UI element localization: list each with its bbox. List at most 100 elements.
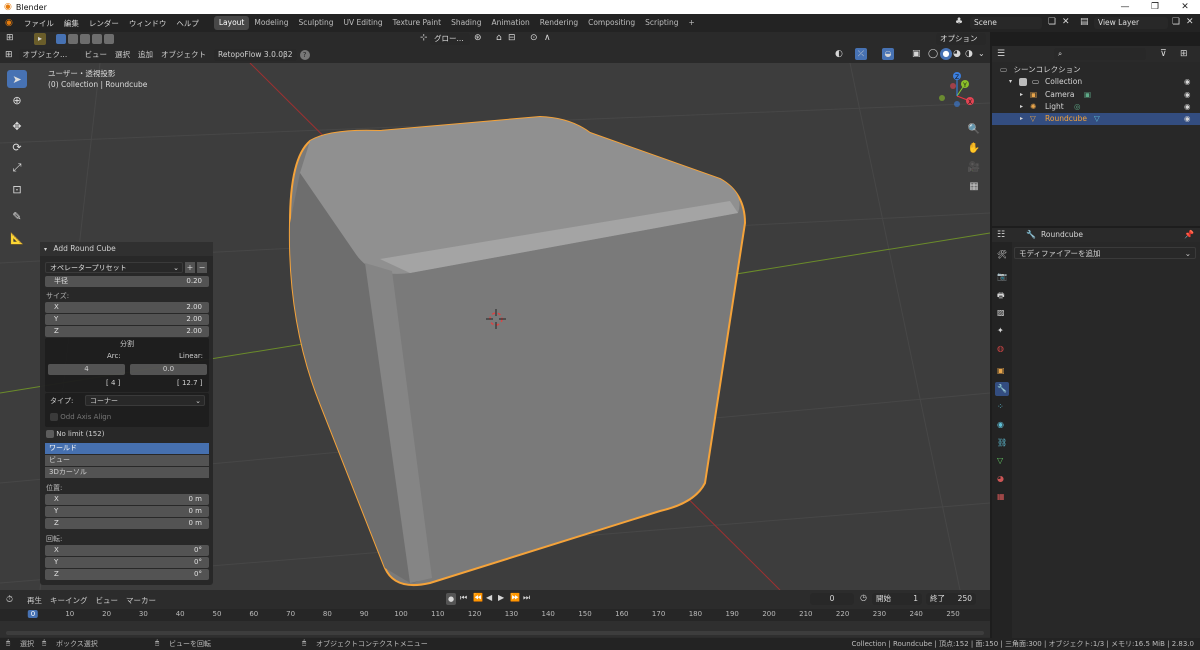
- outliner-editor-icon[interactable]: ☰: [997, 49, 1005, 59]
- navigation-gizmo[interactable]: X Y Z: [939, 72, 974, 107]
- linear-field[interactable]: 0.0: [130, 364, 207, 375]
- outliner-item-roundcube[interactable]: ▸ ▽ Roundcube ▽ ◉: [992, 113, 1200, 125]
- tool-rotate-icon[interactable]: ⟳: [7, 138, 27, 156]
- material-tab-icon[interactable]: ◕: [997, 474, 1004, 483]
- menu-edit[interactable]: 編集: [59, 18, 84, 29]
- prev-keyframe-icon[interactable]: ⏪: [473, 593, 483, 602]
- proportional-edit-icon[interactable]: ⊙: [530, 33, 538, 43]
- preset-add-button[interactable]: +: [185, 262, 195, 273]
- collapse-icon[interactable]: ▾: [44, 246, 47, 253]
- options-dropdown[interactable]: オプション: [936, 33, 986, 45]
- rotation-x-field[interactable]: X 0°: [45, 545, 209, 556]
- select-extend-icon[interactable]: [68, 34, 78, 44]
- tool-select-box[interactable]: ➤: [7, 70, 27, 88]
- view-layer-icon[interactable]: ▤: [1080, 17, 1089, 27]
- pan-icon[interactable]: ✋: [965, 139, 983, 157]
- menu-render[interactable]: レンダー: [84, 18, 124, 29]
- size-z-field[interactable]: Z 2.00: [45, 326, 209, 337]
- preset-remove-button[interactable]: −: [197, 262, 207, 273]
- light-data-icon[interactable]: ◎: [1074, 101, 1081, 113]
- xray-icon[interactable]: ▣: [912, 49, 921, 59]
- texture-tab-icon[interactable]: ▦: [997, 492, 1005, 501]
- outliner-search-field[interactable]: ⌕: [1054, 48, 1146, 60]
- tool-scale-icon[interactable]: ⤢: [7, 159, 27, 177]
- properties-editor-icon[interactable]: ☷: [997, 230, 1005, 240]
- menu-file[interactable]: ファイル: [19, 18, 59, 29]
- snap-target-icon[interactable]: ⊟: [508, 33, 516, 43]
- output-tab-icon[interactable]: 🖶: [997, 290, 1005, 304]
- current-frame-field[interactable]: 0: [810, 593, 854, 605]
- shading-options-icon[interactable]: ⌄: [978, 49, 985, 58]
- shading-rendered-icon[interactable]: ◑: [965, 49, 973, 59]
- object-tab-icon[interactable]: ▣: [997, 366, 1005, 375]
- rotation-y-field[interactable]: Y 0°: [45, 557, 209, 568]
- align-world-option[interactable]: ワールド: [45, 443, 209, 454]
- end-frame-field[interactable]: 終了 250: [926, 593, 976, 605]
- overlay-toggle-icon[interactable]: ◒: [882, 48, 894, 60]
- new-collection-icon[interactable]: ⊞: [1180, 49, 1188, 59]
- expand-icon[interactable]: ▸: [1020, 89, 1023, 101]
- timeline-menu-marker[interactable]: マーカー: [122, 595, 160, 606]
- align-cursor-option[interactable]: 3Dカーソル: [45, 467, 209, 478]
- scene-remove-icon[interactable]: ✕: [1062, 17, 1070, 27]
- visibility-eye-icon[interactable]: ◉: [1184, 89, 1191, 101]
- location-z-field[interactable]: Z0 m: [45, 518, 209, 529]
- location-y-field[interactable]: Y0 m: [45, 506, 209, 517]
- tab-rendering[interactable]: Rendering: [535, 16, 583, 30]
- tab-uv-editing[interactable]: UV Editing: [339, 16, 388, 30]
- scene-name-field[interactable]: Scene: [970, 17, 1042, 29]
- tool-tab-icon[interactable]: 🛠: [997, 250, 1007, 259]
- rotation-z-field[interactable]: Z 0°: [45, 569, 209, 580]
- jump-end-icon[interactable]: ⏭: [523, 593, 530, 603]
- outliner-item-light[interactable]: ▸ ✺ Light ◎ ◉: [992, 101, 1200, 113]
- particles-tab-icon[interactable]: ⁘: [997, 402, 1004, 411]
- scene-tab-icon[interactable]: ✦: [997, 326, 1004, 335]
- scene-collection-row[interactable]: ▭ シーンコレクション: [1000, 64, 1081, 75]
- tool-measure-icon[interactable]: 📐: [7, 229, 27, 247]
- menu-window[interactable]: ウィンドウ: [124, 18, 172, 29]
- orientation-icon[interactable]: ⊹: [420, 33, 428, 43]
- size-x-field[interactable]: X 2.00: [45, 302, 209, 313]
- modifier-tab-icon[interactable]: 🔧: [995, 382, 1009, 396]
- render-tab-icon[interactable]: 📷: [997, 272, 1007, 281]
- menu-object[interactable]: オブジェクト: [157, 49, 210, 60]
- radius-field[interactable]: 半径 0.20: [45, 276, 209, 287]
- filter-icon[interactable]: ⊽: [1160, 49, 1167, 59]
- physics-tab-icon[interactable]: ◉: [997, 420, 1004, 429]
- tab-scripting[interactable]: Scripting: [640, 16, 683, 30]
- type-dropdown[interactable]: コーナー ⌄: [85, 395, 205, 406]
- timeline-menu-playback[interactable]: 再生: [23, 595, 46, 606]
- minimize-button[interactable]: —: [1110, 0, 1140, 14]
- tab-sculpting[interactable]: Sculpting: [293, 16, 338, 30]
- mesh-data-icon[interactable]: ▽: [1094, 113, 1100, 125]
- start-frame-field[interactable]: 開始 1: [872, 593, 922, 605]
- help-icon[interactable]: ?: [299, 49, 310, 60]
- add-modifier-dropdown[interactable]: モディファイアーを追加 ⌄: [1014, 247, 1196, 259]
- maximize-button[interactable]: ❐: [1140, 0, 1170, 14]
- view-layer-field[interactable]: View Layer: [1094, 17, 1168, 29]
- expand-icon[interactable]: ▸: [1020, 101, 1023, 113]
- clock-icon[interactable]: ◷: [860, 593, 867, 602]
- visibility-icon[interactable]: ◐: [835, 49, 843, 59]
- next-keyframe-icon[interactable]: ⏩: [510, 593, 520, 602]
- play-reverse-icon[interactable]: ◀: [486, 593, 492, 602]
- camera-data-icon[interactable]: ▣: [1084, 89, 1091, 101]
- editor-type-button[interactable]: ⊞: [5, 50, 13, 60]
- select-new-icon[interactable]: [56, 34, 66, 44]
- shading-wireframe-icon[interactable]: ◯: [928, 49, 938, 59]
- menu-select[interactable]: 選択: [111, 49, 134, 60]
- tab-layout[interactable]: Layout: [213, 16, 250, 30]
- select-subtract-icon[interactable]: [80, 34, 90, 44]
- select-intersect-icon[interactable]: [104, 34, 114, 44]
- zoom-icon[interactable]: 🔍: [965, 120, 983, 138]
- tool-cursor-icon[interactable]: ⊕: [7, 91, 27, 109]
- expand-icon[interactable]: ▾: [1009, 76, 1012, 88]
- data-tab-icon[interactable]: ▽: [997, 456, 1003, 465]
- perspective-toggle-icon[interactable]: ▦: [965, 177, 983, 195]
- operator-panel-header[interactable]: ▾ Add Round Cube: [40, 242, 213, 256]
- gizmo-toggle-icon[interactable]: ⤫: [855, 48, 867, 60]
- jump-start-icon[interactable]: ⏮: [460, 593, 467, 603]
- timeline-menu-keying[interactable]: キーイング: [46, 595, 92, 606]
- expand-icon[interactable]: ▸: [1020, 113, 1023, 125]
- editor-type-icon[interactable]: ⊞: [6, 33, 14, 43]
